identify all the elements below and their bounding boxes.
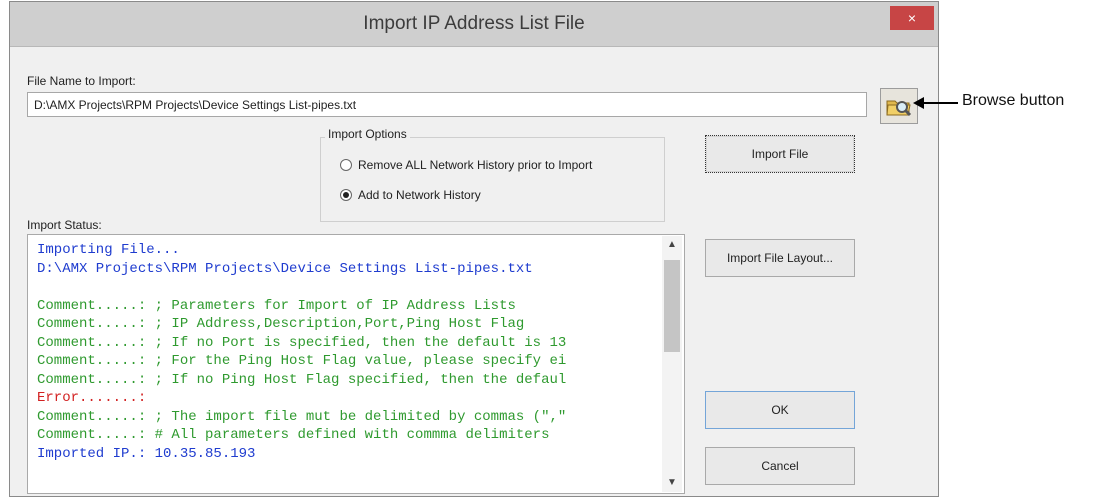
status-log-line: D:\AMX Projects\RPM Projects\Device Sett… — [37, 260, 533, 277]
close-icon: × — [907, 10, 917, 26]
status-log-line: Comment.....: # All parameters defined w… — [37, 427, 550, 443]
status-log-line: Comment.....: ; The import file mut be d… — [37, 408, 567, 425]
status-log-line: Comment.....: ; IP Address,Description,P… — [37, 316, 525, 332]
status-log-line: Comment.....: ; If no Ping Host Flag spe… — [37, 371, 567, 388]
file-name-input[interactable] — [27, 92, 867, 117]
cancel-button[interactable]: Cancel — [705, 447, 855, 485]
radio-remove-history[interactable] — [340, 159, 352, 171]
status-log-line: Importing File... — [37, 242, 180, 258]
browse-callout-label: Browse button — [962, 92, 1065, 109]
add-history-option[interactable]: Add to Network History — [340, 188, 481, 202]
import-status-label: Import Status: — [27, 218, 102, 232]
status-log-line: Comment.....: ; For the Ping Host Flag v… — [37, 353, 567, 369]
status-log-line: Comment.....: ; Parameters for Import of… — [37, 297, 516, 314]
ok-button[interactable]: OK — [705, 391, 855, 429]
title-bar: Import IP Address List File × — [10, 2, 938, 47]
file-name-label: File Name to Import: — [27, 74, 136, 88]
callout-arrow — [918, 102, 958, 104]
remove-history-label: Remove ALL Network History prior to Impo… — [358, 158, 593, 172]
import-file-layout-button[interactable]: Import File Layout... — [705, 239, 855, 277]
import-file-button[interactable]: Import File — [705, 135, 855, 173]
import-options-title: Import Options — [325, 127, 410, 141]
scroll-down-icon[interactable]: ▼ — [662, 474, 682, 492]
import-options-group — [320, 137, 665, 222]
import-dialog: Import IP Address List File × File Name … — [9, 1, 939, 497]
status-log: Importing File... D:\AMX Projects\RPM Pro… — [37, 241, 657, 463]
status-log-line — [37, 278, 657, 297]
status-log-line: Error.......: — [37, 390, 147, 406]
status-log-line: Imported IP.: 10.35.85.193 — [37, 445, 256, 462]
dialog-title: Import IP Address List File — [363, 13, 585, 34]
remove-history-option[interactable]: Remove ALL Network History prior to Impo… — [340, 158, 592, 172]
status-log-line: Comment.....: ; If no Port is specified,… — [37, 334, 567, 351]
import-status-box[interactable]: Importing File... D:\AMX Projects\RPM Pro… — [27, 234, 685, 494]
scroll-thumb[interactable] — [664, 260, 680, 352]
status-scrollbar[interactable]: ▲ ▼ — [662, 236, 682, 492]
folder-search-icon — [886, 100, 912, 117]
add-history-label: Add to Network History — [358, 188, 481, 202]
scroll-up-icon[interactable]: ▲ — [662, 236, 682, 254]
radio-add-history[interactable] — [340, 189, 352, 201]
close-button[interactable]: × — [890, 6, 934, 30]
